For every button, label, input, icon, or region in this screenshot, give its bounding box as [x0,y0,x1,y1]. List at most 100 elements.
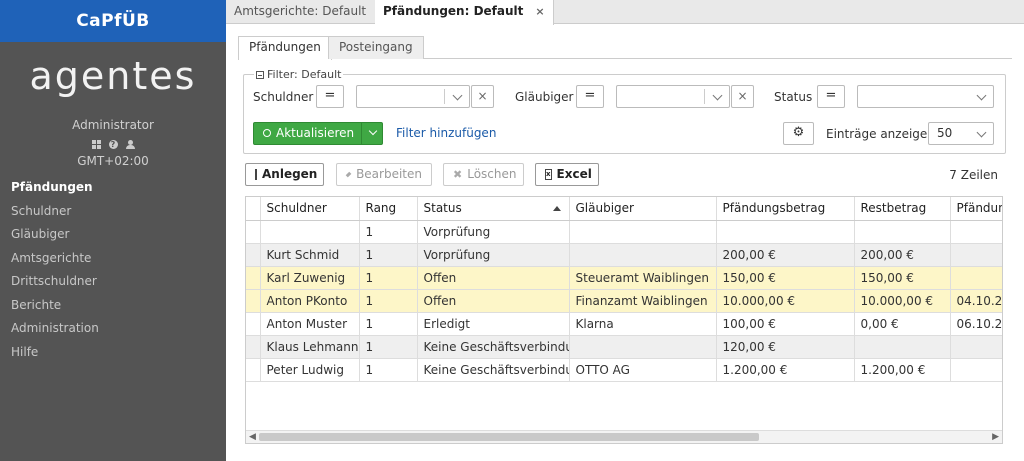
table-cell[interactable]: 1.200,00 € [854,358,951,382]
sidebar-item-berichte[interactable]: Berichte [0,294,226,318]
table-cell[interactable]: Steueramt Waiblingen [569,266,717,290]
table-cell[interactable]: 1 [359,266,418,290]
table-cell[interactable] [950,243,1002,267]
glaeubiger-clear-button[interactable]: × [731,85,754,108]
table-cell[interactable] [854,335,951,359]
delete-button[interactable]: ✖ Löschen [443,163,524,186]
table-cell[interactable]: 100,00 € [716,312,855,336]
row-selector[interactable] [246,312,261,336]
table-cell[interactable]: 0,00 € [854,312,951,336]
create-button[interactable]: Anlegen [245,163,324,186]
filter-legend[interactable]: Filter: Default [254,68,344,81]
table-cell[interactable]: 10.000,00 € [716,289,855,313]
dashboard-icon[interactable] [91,139,101,149]
table-cell[interactable] [260,220,360,244]
status-select[interactable] [857,85,994,108]
table-cell[interactable]: 1 [359,335,418,359]
table-row[interactable]: Karl Zuwenig 1 Offen Steueramt Waiblingen 15… [246,266,1002,290]
excel-button[interactable]: x Excel [535,163,599,186]
table-row[interactable]: Anton Muster 1 Erledigt Klarna 100,00 €0,00 … [246,312,1002,336]
table-cell[interactable]: 150,00 € [716,266,855,290]
table-cell[interactable]: Offen [417,266,570,290]
status-operator[interactable]: = [817,85,845,108]
scroll-right-icon[interactable]: ▶ [992,432,999,442]
table-row[interactable]: 1 Vorprüfung [246,220,1002,244]
edit-button[interactable]: Bearbeiten [336,163,432,186]
table-cell[interactable] [569,220,717,244]
column-header-schuldner[interactable]: Schuldner [260,197,360,221]
gear-icon[interactable]: ⚙ [783,122,814,145]
tab-pfaendungen[interactable]: Pfändungen: Default × [375,0,554,25]
table-cell[interactable]: 200,00 € [854,243,951,267]
table-cell[interactable] [569,243,717,267]
table-cell[interactable]: Keine Geschäftsverbindung [417,358,570,382]
sidebar-item-amtsgerichte[interactable]: Amtsgerichte [0,247,226,271]
row-selector[interactable] [246,220,261,244]
sidebar-item-schuldner[interactable]: Schuldner [0,200,226,224]
table-row[interactable]: Klaus Lehmann1Keine Geschäftsverbindung 1… [246,335,1002,359]
sidebar-item-hilfe[interactable]: Hilfe [0,341,226,365]
entries-select[interactable]: 50 [928,122,994,145]
table-cell[interactable]: 150,00 € [854,266,951,290]
column-header-status[interactable]: Status [417,197,570,221]
sidebar-item-pfaendungen[interactable]: Pfändungen [0,176,226,200]
table-cell[interactable]: Peter Ludwig [260,358,360,382]
table-cell[interactable]: 1 [359,243,418,267]
row-selector[interactable] [246,289,261,313]
subtab-posteingang[interactable]: Posteingang [328,36,424,59]
table-cell[interactable]: Erledigt [417,312,570,336]
glaeubiger-operator[interactable]: = [576,85,604,108]
scrollbar-thumb[interactable] [259,433,759,441]
table-cell[interactable]: 10.000,00 € [854,289,951,313]
table-cell[interactable]: 1 [359,358,418,382]
refresh-button[interactable]: Aktualisieren [253,122,383,145]
table-cell[interactable]: Vorprüfung [417,243,570,267]
schuldner-operator[interactable]: = [316,85,344,108]
row-selector[interactable] [246,358,261,382]
table-row[interactable]: Anton PKonto 1 Offen Finanzamt Waiblingen 10… [246,289,1002,313]
scroll-left-icon[interactable]: ◀ [249,432,256,442]
table-cell[interactable] [950,220,1002,244]
table-row[interactable]: Peter Ludwig1Keine GeschäftsverbindungOT… [246,358,1002,382]
row-selector[interactable] [246,335,261,359]
table-cell[interactable] [716,220,855,244]
column-header-rang[interactable]: Rang [359,197,418,221]
column-header-restbetrag[interactable]: Restbetrag [854,197,951,221]
table-cell[interactable]: Anton PKonto [260,289,360,313]
table-cell[interactable]: 04.10.20 [950,289,1002,313]
table-cell[interactable]: Karl Zuwenig [260,266,360,290]
collapse-icon[interactable] [256,70,264,79]
sidebar-item-glaeubiger[interactable]: Gläubiger [0,223,226,247]
table-row[interactable]: Kurt Schmid 1 Vorprüfung 200,00 €200,00 € [246,243,1002,267]
table-cell[interactable]: Finanzamt Waiblingen [569,289,717,313]
table-cell[interactable]: Kurt Schmid [260,243,360,267]
table-cell[interactable]: 120,00 € [716,335,855,359]
column-header-glaeubiger[interactable]: Gläubiger [569,197,717,221]
table-cell[interactable] [950,266,1002,290]
add-filter-link[interactable]: Filter hinzufügen [396,126,496,140]
table-cell[interactable]: 200,00 € [716,243,855,267]
schuldner-select[interactable] [356,85,470,108]
tab-amtsgerichte[interactable]: Amtsgerichte: Default× [226,0,397,24]
table-cell[interactable]: 06.10.20 [950,312,1002,336]
schuldner-clear-button[interactable]: × [471,85,494,108]
table-cell[interactable] [950,358,1002,382]
table-cell[interactable] [569,335,717,359]
sidebar-item-administration[interactable]: Administration [0,317,226,341]
sidebar-item-drittschuldner[interactable]: Drittschuldner [0,270,226,294]
row-selector[interactable] [246,243,261,267]
glaeubiger-select[interactable] [616,85,730,108]
column-header-pfaendungsdatum[interactable]: Pfändun [950,197,1002,221]
table-cell[interactable]: Keine Geschäftsverbindung [417,335,570,359]
table-cell[interactable]: 1 [359,312,418,336]
table-cell[interactable]: Anton Muster [260,312,360,336]
table-cell[interactable]: Vorprüfung [417,220,570,244]
chevron-down-icon[interactable] [368,126,378,136]
table-cell[interactable]: Klaus Lehmann [260,335,360,359]
table-cell[interactable]: 1 [359,220,418,244]
row-selector[interactable] [246,266,261,290]
close-icon[interactable]: × [535,5,544,18]
table-cell[interactable]: 1.200,00 € [716,358,855,382]
table-cell[interactable]: Klarna [569,312,717,336]
table-cell[interactable] [950,335,1002,359]
